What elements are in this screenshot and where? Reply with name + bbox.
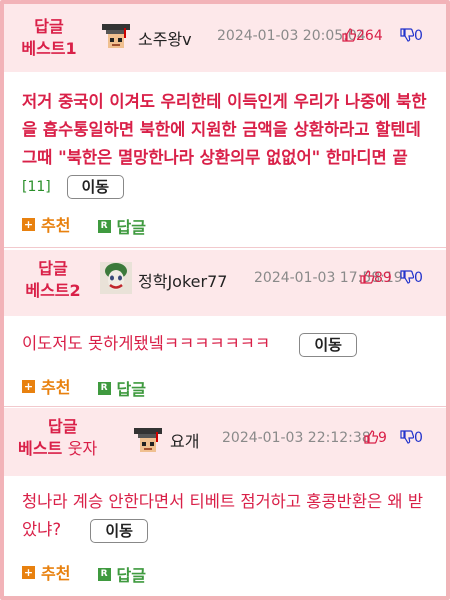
comment-divider xyxy=(4,247,446,248)
dislike-count[interactable]: 0 xyxy=(400,430,423,448)
badge-line2: 베스트 xyxy=(18,439,63,458)
dislike-count[interactable]: 0 xyxy=(400,270,423,288)
reply-button[interactable]: R 답글 xyxy=(97,214,146,238)
recommend-button[interactable]: + 추천 xyxy=(22,212,70,236)
badge-line2-wrap: 베스트 웃자 xyxy=(18,438,128,460)
reply-label: 답글 xyxy=(116,380,146,399)
comment-actions: + 추천 R 답글 xyxy=(22,560,168,586)
comment-text: 청나라 계승 안한다면서 티베트 점거하고 홍콩반환은 왜 받았냐? xyxy=(22,492,424,539)
thumbs-down-icon xyxy=(400,430,415,448)
like-value: 264 xyxy=(356,28,383,44)
thumbs-up-icon xyxy=(360,270,375,288)
badge-line1: 답글 xyxy=(34,17,64,36)
reply-label: 답글 xyxy=(116,218,146,237)
move-button[interactable]: 이동 xyxy=(299,332,357,357)
r-icon: R xyxy=(97,219,111,233)
dislike-value: 0 xyxy=(414,270,423,286)
comment-body: 청나라 계승 안한다면서 티베트 점거하고 홍콩반환은 왜 받았냐? 이동 xyxy=(22,488,438,544)
dislike-value: 0 xyxy=(414,430,423,446)
like-count[interactable]: 89 xyxy=(360,270,392,288)
reply-label: 답글 xyxy=(116,566,146,585)
nickname[interactable]: 정학Joker77 xyxy=(138,268,227,292)
comment-body: 이도저도 못하게됐넼ㅋㅋㅋㅋㅋㅋㅋ 이동 xyxy=(22,330,438,358)
r-icon: R xyxy=(97,381,111,395)
best-reply-badge: 답글 베스트1 xyxy=(4,16,94,60)
recommend-label: 추천 xyxy=(41,378,71,397)
reply-button[interactable]: R 답글 xyxy=(97,376,146,400)
plus-icon: + xyxy=(22,217,35,231)
thumbs-down-icon xyxy=(400,270,415,288)
badge-category: 웃자 xyxy=(67,439,98,458)
recommend-label: 추천 xyxy=(41,564,71,583)
badge-line2: 베스트1 xyxy=(21,39,77,58)
like-count[interactable]: 264 xyxy=(342,28,383,46)
comment-text: 이도저도 못하게됐넼ㅋㅋㅋㅋㅋㅋㅋ xyxy=(22,334,271,353)
comment-actions: + 추천 R 답글 xyxy=(22,212,168,238)
dislike-count[interactable]: 0 xyxy=(400,28,423,46)
like-count[interactable]: 9 xyxy=(364,430,387,448)
comment-header: 답글 베스트2 정학Joker77 2024-01-03 17:58:19 89… xyxy=(4,250,446,316)
like-value: 9 xyxy=(378,430,387,446)
nickname[interactable]: 요개 xyxy=(170,428,199,452)
graduation-cap-avatar-icon[interactable] xyxy=(132,424,164,456)
comment-divider xyxy=(4,406,446,407)
thumbs-up-icon xyxy=(364,430,379,448)
best-reply-badge: 답글 베스트 웃자 xyxy=(18,416,128,460)
nickname[interactable]: 소주왕v xyxy=(138,26,192,50)
r-icon: R xyxy=(97,567,111,581)
comment-header: 답글 베스트1 소주왕v 2024-01-03 20:05:04 264 0 xyxy=(4,4,446,72)
recommend-label: 추천 xyxy=(41,216,71,235)
comment-text: 저거 중국이 이겨도 우리한테 이득인게 우리가 나중에 북한을 흡수통일하면 … xyxy=(22,92,427,167)
move-button[interactable]: 이동 xyxy=(90,518,148,543)
thumbs-up-icon xyxy=(342,28,357,46)
badge-line1: 답글 xyxy=(38,259,68,278)
comment-actions: + 추천 R 답글 xyxy=(22,374,168,400)
plus-icon: + xyxy=(22,379,35,393)
thumbs-down-icon xyxy=(400,28,415,46)
badge-line1: 답글 xyxy=(48,417,78,436)
comment-date: 2024-01-03 22:12:38 xyxy=(222,430,371,446)
recommend-button[interactable]: + 추천 xyxy=(22,374,70,398)
reply-button[interactable]: R 답글 xyxy=(97,562,146,586)
recommend-button[interactable]: + 추천 xyxy=(22,560,70,584)
plus-icon: + xyxy=(22,565,35,579)
comment-body: 저거 중국이 이겨도 우리한테 이득인게 우리가 나중에 북한을 흡수통일하면 … xyxy=(22,88,438,201)
comment-header: 답글 베스트 웃자 요개 2024-01-03 22:12:38 9 0 xyxy=(4,408,446,476)
graduation-cap-avatar-icon[interactable] xyxy=(100,20,132,52)
reply-count[interactable]: [11] xyxy=(22,179,51,195)
joker-avatar-icon[interactable] xyxy=(100,262,132,294)
best-reply-badge: 답글 베스트2 xyxy=(4,258,102,302)
badge-line2: 베스트2 xyxy=(25,281,81,300)
dislike-value: 0 xyxy=(414,28,423,44)
like-value: 89 xyxy=(374,270,392,286)
move-button[interactable]: 이동 xyxy=(66,174,125,199)
